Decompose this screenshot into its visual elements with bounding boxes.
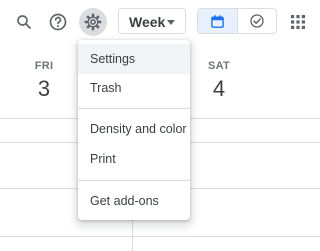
day-name: SAT [207, 60, 231, 72]
view-select-value: Week [129, 14, 166, 30]
menu-item-get-add-ons[interactable]: Get add-ons [78, 186, 190, 216]
settings-menu: Settings Trash Density and color Print G… [78, 40, 190, 220]
caret-down-icon [167, 20, 175, 25]
check-circle-icon [250, 14, 264, 28]
help-button[interactable] [44, 8, 72, 36]
day-name: FRI [34, 60, 54, 72]
day-number: 3 [37, 76, 51, 101]
view-toggle-group [197, 8, 277, 34]
menu-item-settings[interactable]: Settings [78, 44, 190, 74]
apps-grid-icon [291, 15, 305, 29]
settings-button[interactable] [79, 8, 107, 36]
calendar-app: Week FRI 3 SAT 4 Settings Trash Density … [0, 0, 320, 251]
gear-icon [84, 13, 102, 31]
menu-divider [78, 180, 190, 181]
menu-item-trash[interactable]: Trash [78, 73, 190, 103]
search-icon [17, 15, 31, 29]
menu-item-density-and-color[interactable]: Density and color [78, 114, 190, 144]
menu-item-print[interactable]: Print [78, 144, 190, 174]
apps-button[interactable] [284, 8, 312, 36]
calendar-icon [210, 14, 224, 28]
tasks-view-toggle[interactable] [236, 9, 277, 33]
calendar-view-toggle[interactable] [198, 9, 237, 33]
day-header-fri[interactable]: FRI 3 [28, 60, 60, 102]
search-button[interactable] [10, 8, 38, 36]
toolbar: Week [0, 0, 320, 42]
menu-divider [78, 108, 190, 109]
help-icon [49, 13, 67, 31]
day-number: 4 [212, 76, 226, 101]
grid-line [0, 236, 320, 237]
view-select[interactable]: Week [118, 8, 186, 34]
day-header-sat[interactable]: SAT 4 [202, 60, 236, 102]
